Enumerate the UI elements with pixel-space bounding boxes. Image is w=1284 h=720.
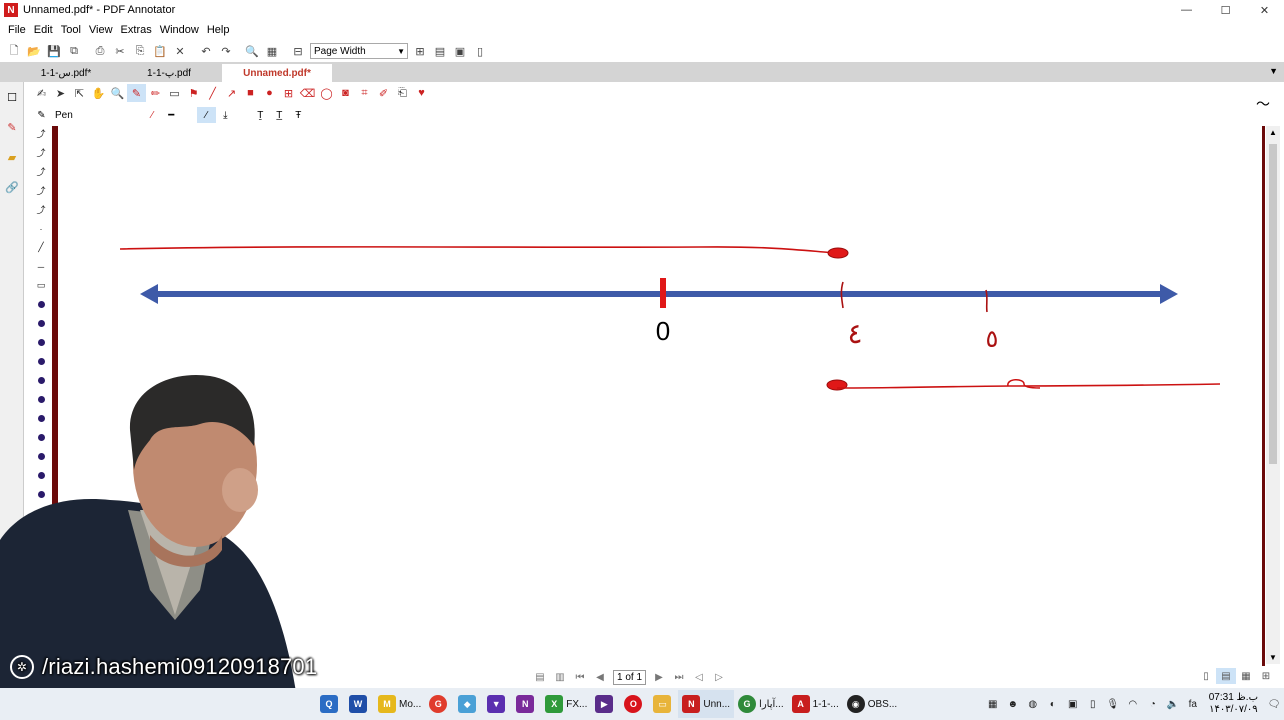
mark-label-1: ٤	[847, 317, 862, 350]
taskbar-item[interactable]: X FX...	[541, 690, 591, 718]
single-page-view-icon[interactable]: ▯	[1196, 668, 1216, 684]
pdf-annotator-window: N Unnamed.pdf* - PDF Annotator — ☐ ✕ Fil…	[0, 0, 1284, 720]
continuous-view-icon[interactable]: ▤	[1216, 668, 1236, 684]
last-page-icon[interactable]: ⏭	[669, 669, 689, 685]
first-page-icon[interactable]: ⏮	[570, 669, 590, 685]
network-icon[interactable]: ◔	[1143, 694, 1163, 714]
app-icon: Q	[320, 695, 338, 713]
microphone-icon[interactable]: 🎙	[1103, 694, 1123, 714]
tray-app-icon[interactable]: ▦	[983, 694, 1003, 714]
taskbar-item[interactable]: ▼	[483, 690, 512, 718]
axis-right-arrow	[1160, 284, 1178, 304]
forward-icon[interactable]: ▷	[709, 669, 729, 685]
next-page-icon[interactable]: ▶	[649, 669, 669, 685]
shield-icon: ▼	[487, 695, 506, 713]
app-icon: X	[545, 695, 564, 713]
grid-view-icon[interactable]: ▦	[1236, 668, 1256, 684]
tray-app-icon-2[interactable]: ☻	[1003, 694, 1023, 714]
thumbnail-view-icon[interactable]: ⊞	[1256, 668, 1276, 684]
axis-left-arrow	[140, 284, 158, 304]
opera-icon: O	[624, 695, 643, 713]
media-icon: ▶	[595, 695, 614, 713]
taskbar-item[interactable]: ▭	[649, 690, 678, 718]
word-icon: W	[349, 695, 367, 713]
clock-date: ۱۴۰۳/۰۷/۰۹	[1209, 704, 1258, 715]
watermark-text: /riazi.hashemi09120918701	[42, 654, 318, 679]
camera-aperture-icon: ✲	[10, 655, 34, 679]
scroll-thumb[interactable]	[1269, 144, 1277, 464]
chrome-icon: G	[429, 695, 448, 713]
channel-watermark: ✲ /riazi.hashemi09120918701	[10, 654, 317, 680]
system-tray: ▦ ☻ ◍ ◐ ▣ ▯ 🎙 ◠ ◔ 🔈 fa 07:31 ب.ظ ۱۴۰۳/۰۷…	[983, 688, 1284, 720]
windows-taskbar: Q W M Mo... G ◆ ▼ N X FX... ▶ O ▭ N Unn... …	[0, 688, 1284, 720]
scroll-up-icon[interactable]: ▲	[1266, 128, 1280, 137]
taskbar-item[interactable]: G	[425, 690, 454, 718]
page-indicator[interactable]: 1 of 1	[613, 669, 647, 685]
system-clock[interactable]: 07:31 ب.ظ ۱۴۰۳/۰۷/۰۹	[1203, 692, 1264, 716]
tray-app-icon-4[interactable]: ◐	[1043, 694, 1063, 714]
taskbar-item[interactable]: ▶	[591, 690, 620, 718]
pdf-annotator-icon: N	[682, 695, 701, 713]
taskbar-item[interactable]: W	[345, 690, 374, 718]
clock-time: 07:31 ب.ظ	[1208, 692, 1258, 703]
back-icon[interactable]: ◁	[689, 669, 709, 685]
mark-label-2: ٥	[986, 325, 999, 353]
taskbar-item[interactable]: O	[620, 690, 649, 718]
page-layout-icon-2[interactable]: ▥	[550, 669, 570, 685]
taskbar-item[interactable]: G آپارا...	[734, 690, 788, 718]
notification-icon[interactable]: 🗨	[1264, 694, 1284, 714]
speaker-icon[interactable]: 🔈	[1163, 694, 1183, 714]
taskbar-item[interactable]: M Mo...	[374, 690, 425, 718]
zero-label: 0	[656, 316, 670, 346]
tray-app-icon-5[interactable]: ▣	[1063, 694, 1083, 714]
ink-tick-2	[985, 289, 988, 313]
taskbar-item[interactable]: Q	[316, 690, 345, 718]
page-navigation: ▤ ▥ ⏮ ◀ 1 of 1 ▶ ⏭ ◁ ▷	[530, 668, 729, 686]
obs-icon: ◉	[846, 695, 865, 713]
taskbar-item[interactable]: ◆	[454, 690, 483, 718]
app-icon: ◆	[458, 695, 477, 713]
zero-tick	[660, 278, 666, 308]
onenote-icon: N	[516, 695, 535, 713]
ink-stroke-top	[119, 246, 839, 254]
app-icon: M	[378, 695, 396, 713]
view-mode-buttons: ▯ ▤ ▦ ⊞	[1196, 668, 1276, 684]
taskbar-item-active[interactable]: N Unn...	[678, 690, 735, 718]
folder-icon: ▭	[653, 695, 672, 713]
taskbar-item[interactable]: ◉ OBS...	[843, 690, 901, 718]
acrobat-icon: A	[791, 695, 810, 713]
vertical-scrollbar[interactable]: ▲ ▼	[1266, 126, 1280, 664]
battery-icon[interactable]: ▯	[1083, 694, 1103, 714]
wifi-icon[interactable]: ◠	[1123, 694, 1143, 714]
ink-filled-dot	[827, 247, 849, 259]
chrome-icon: G	[738, 695, 757, 713]
scroll-down-icon[interactable]: ▼	[1266, 653, 1280, 662]
tray-app-icon-3[interactable]: ◍	[1023, 694, 1043, 714]
language-indicator[interactable]: fa	[1183, 694, 1203, 714]
previous-page-icon[interactable]: ◀	[590, 669, 610, 685]
taskbar-item[interactable]: N	[512, 690, 541, 718]
page-layout-icon[interactable]: ▤	[530, 669, 550, 685]
taskbar-item[interactable]: A 1-1-...	[788, 690, 843, 718]
